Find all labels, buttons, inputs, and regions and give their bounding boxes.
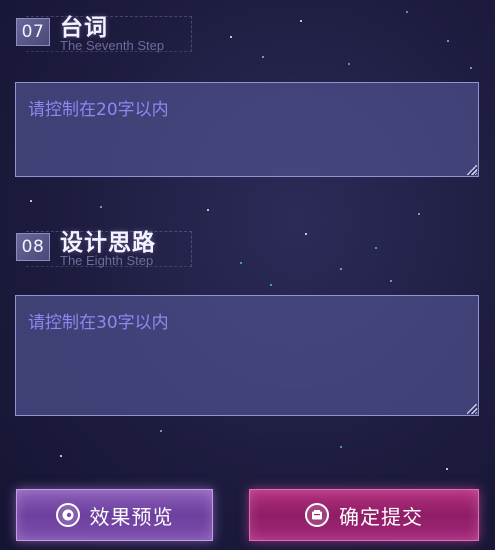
dialogue-field-wrapper	[15, 82, 479, 177]
step-08-subtitle: The Eighth Step	[60, 253, 154, 268]
design-idea-field-wrapper	[15, 295, 479, 416]
preview-button[interactable]: 效果预览	[16, 489, 213, 541]
step-08-title: 设计思路	[60, 230, 156, 256]
step-07-subtitle: The Seventh Step	[60, 38, 165, 53]
design-idea-textarea[interactable]	[15, 295, 479, 416]
submit-button[interactable]: 确定提交	[249, 489, 479, 541]
step-07-title: 台词	[60, 15, 108, 41]
preview-button-label: 效果预览	[89, 504, 174, 529]
step-08-header: 08 设计思路 The Eighth Step	[16, 223, 196, 268]
step-07-header: 07 台词 The Seventh Step	[16, 8, 196, 53]
step-08-number: 08	[16, 233, 50, 261]
resize-grip-icon[interactable]	[467, 165, 477, 175]
submit-button-label: 确定提交	[339, 504, 423, 529]
submit-card-icon	[305, 503, 329, 527]
preview-eye-icon	[55, 503, 80, 527]
resize-grip-icon[interactable]	[467, 404, 477, 414]
step-07-number: 07	[16, 18, 50, 46]
dialogue-textarea[interactable]	[15, 82, 479, 177]
